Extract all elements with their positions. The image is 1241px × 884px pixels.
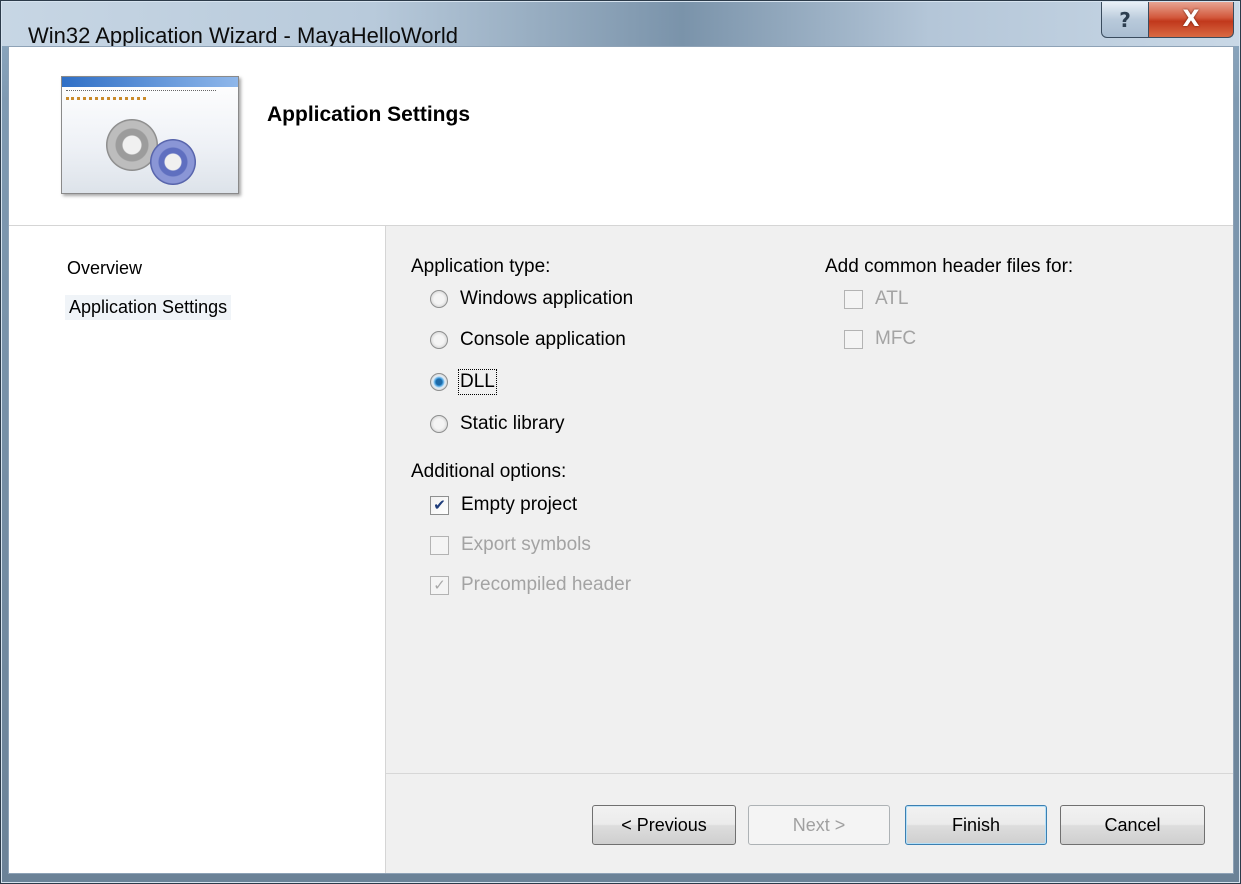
- radio-circle[interactable]: [430, 331, 448, 349]
- help-button[interactable]: ?: [1101, 2, 1149, 38]
- window-frame: Win32 Application Wizard - MayaHelloWorl…: [0, 0, 1241, 884]
- checkbox-unchecked: [430, 535, 449, 555]
- radio-circle[interactable]: [430, 415, 448, 433]
- checkbox-label: ATL: [875, 288, 909, 309]
- checkbox-empty-project[interactable]: ✔ Empty project: [430, 494, 577, 516]
- gears-window-icon: [61, 76, 239, 194]
- wizard-footer: < Previous Next > Finish Cancel: [386, 773, 1233, 874]
- checkbox-unchecked: [844, 329, 863, 349]
- title-bar[interactable]: Win32 Application Wizard - MayaHelloWorl…: [2, 2, 1239, 48]
- checkbox-checked: ✓: [430, 575, 449, 595]
- radio-console-application[interactable]: Console application: [430, 329, 626, 351]
- wizard-header: Application Settings: [9, 47, 1233, 226]
- radio-windows-application[interactable]: Windows application: [430, 288, 633, 310]
- checkbox-label: Export symbols: [461, 534, 591, 555]
- checkbox-export-symbols: Export symbols: [430, 534, 591, 556]
- checkbox-mfc: MFC: [844, 328, 916, 350]
- radio-label: Windows application: [460, 288, 634, 309]
- blue-gear-icon: [150, 139, 196, 185]
- finish-button[interactable]: Finish: [905, 805, 1047, 845]
- checkbox-atl: ATL: [844, 288, 908, 310]
- previous-button[interactable]: < Previous: [592, 805, 736, 845]
- radio-static-library[interactable]: Static library: [430, 413, 565, 435]
- application-type-label: Application type:: [411, 256, 551, 277]
- checkbox-precompiled-header: ✓ Precompiled header: [430, 574, 631, 596]
- settings-panel: Application type: Windows application Co…: [386, 226, 1233, 772]
- radio-label: DLL: [458, 369, 497, 395]
- next-button: Next >: [748, 805, 890, 845]
- wizard-client-area: Application Settings Overview Applicatio…: [8, 46, 1234, 874]
- banner-titlebar: [62, 77, 238, 87]
- banner-toolbar: [66, 97, 146, 105]
- cancel-button[interactable]: Cancel: [1060, 805, 1205, 845]
- radio-dll[interactable]: DLL: [430, 369, 497, 395]
- checkbox-unchecked: [844, 289, 863, 309]
- wizard-sidebar: Overview Application Settings: [9, 226, 386, 873]
- page-title: Application Settings: [267, 103, 471, 126]
- sidebar-item-overview[interactable]: Overview: [67, 256, 142, 281]
- radio-circle[interactable]: [430, 290, 448, 308]
- banner-menu: [66, 90, 216, 94]
- help-icon: ?: [1119, 7, 1131, 32]
- checkbox-label: Precompiled header: [461, 574, 632, 595]
- close-button[interactable]: X: [1148, 2, 1234, 38]
- sidebar-item-application-settings[interactable]: Application Settings: [65, 295, 232, 320]
- checkbox-checked[interactable]: ✔: [430, 495, 449, 515]
- checkbox-label: MFC: [875, 328, 917, 349]
- radio-circle-selected[interactable]: [430, 373, 448, 391]
- common-headers-label: Add common header files for:: [825, 256, 1074, 277]
- radio-label: Static library: [460, 413, 565, 434]
- close-icon: X: [1182, 7, 1200, 32]
- radio-label: Console application: [460, 329, 626, 350]
- additional-options-label: Additional options:: [411, 461, 567, 482]
- checkbox-label: Empty project: [461, 494, 578, 515]
